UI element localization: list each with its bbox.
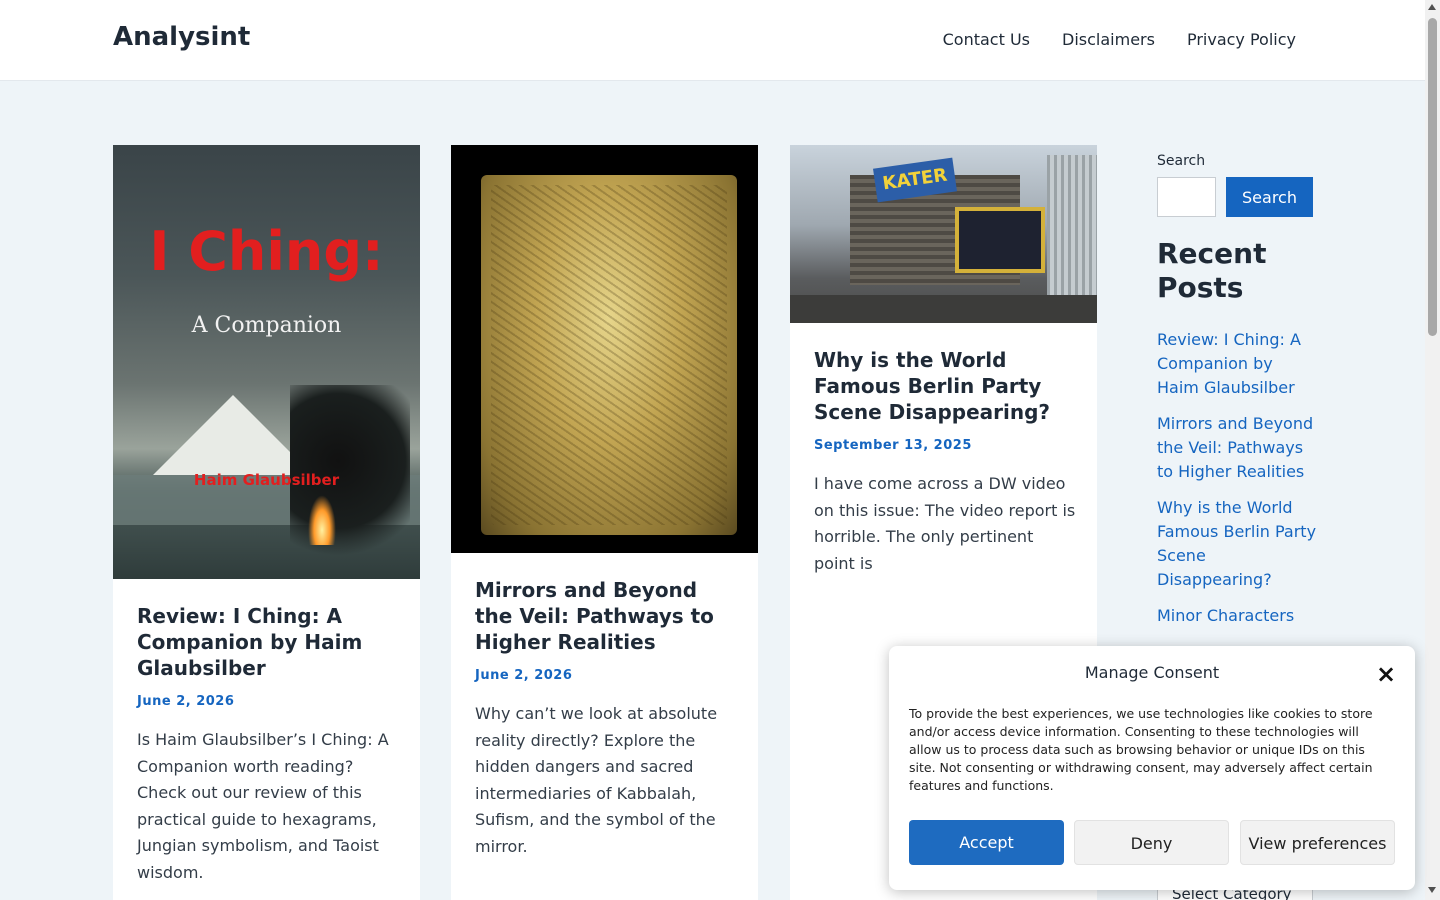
post-title[interactable]: Mirrors and Beyond the Veil: Pathways to… — [475, 577, 737, 655]
scrollbar-thumb[interactable] — [1428, 18, 1437, 336]
recent-posts-heading: Recent Posts — [1157, 237, 1267, 304]
post-title[interactable]: Why is the World Famous Berlin Party Sce… — [814, 347, 1076, 425]
post-thumbnail-mirrors[interactable] — [451, 145, 758, 553]
scroll-down-arrow-icon[interactable] — [1428, 887, 1436, 893]
search-button[interactable]: Search — [1226, 177, 1313, 217]
fence — [1047, 155, 1097, 315]
main-nav: Contact Us Disclaimers Privacy Policy — [943, 30, 1296, 49]
engraved-plate-image — [481, 175, 737, 535]
post-card: Mirrors and Beyond the Veil: Pathways to… — [451, 145, 758, 900]
post-thumbnail-i-ching[interactable]: I Ching: A Companion Haim Glaubsilber — [113, 145, 420, 579]
site-header: Analysint Contact Us Disclaimers Privacy… — [0, 0, 1425, 81]
site-brand[interactable]: Analysint — [113, 22, 250, 52]
deny-button[interactable]: Deny — [1074, 820, 1229, 865]
recent-posts-list: Review: I Ching: A Companion by Haim Gla… — [1157, 328, 1317, 640]
post-excerpt: Why can’t we look at absolute reality di… — [475, 704, 718, 856]
post-excerpt: Is Haim Glaubsilber’s I Ching: A Compani… — [137, 730, 389, 882]
cover-title: I Ching: — [149, 220, 384, 283]
post-date[interactable]: June 2, 2026 — [475, 668, 572, 683]
mountain-illustration — [153, 395, 313, 475]
notice-board — [955, 207, 1045, 273]
nav-privacy-policy[interactable]: Privacy Policy — [1187, 30, 1296, 49]
post-thumbnail-berlin[interactable]: KATER — [790, 145, 1097, 323]
post-date[interactable]: June 2, 2026 — [137, 694, 234, 709]
post-title[interactable]: Review: I Ching: A Companion by Haim Gla… — [137, 603, 399, 681]
consent-dialog: Manage Consent × To provide the best exp… — [889, 646, 1415, 890]
scroll-up-arrow-icon[interactable] — [1428, 4, 1436, 10]
view-preferences-button[interactable]: View preferences — [1240, 820, 1395, 865]
cover-author: Haim Glaubsilber — [193, 471, 340, 489]
fire-illustration — [308, 495, 336, 545]
recent-post-link[interactable]: Review: I Ching: A Companion by Haim Gla… — [1157, 328, 1317, 400]
ground — [790, 295, 1097, 323]
page-scrollbar[interactable] — [1425, 0, 1440, 900]
post-card: I Ching: A Companion Haim Glaubsilber Re… — [113, 145, 420, 900]
nav-disclaimers[interactable]: Disclaimers — [1062, 30, 1155, 49]
post-date[interactable]: September 13, 2025 — [814, 438, 972, 453]
recent-post-link[interactable]: Mirrors and Beyond the Veil: Pathways to… — [1157, 412, 1317, 484]
post-excerpt: I have come across a DW video on this is… — [814, 474, 1076, 573]
accept-button[interactable]: Accept — [909, 820, 1064, 865]
cover-subtitle: A Companion — [191, 313, 342, 338]
search-label: Search — [1157, 153, 1206, 169]
recent-post-link[interactable]: Why is the World Famous Berlin Party Sce… — [1157, 496, 1317, 592]
nav-contact-us[interactable]: Contact Us — [943, 30, 1030, 49]
close-icon[interactable]: × — [1374, 662, 1398, 686]
consent-title: Manage Consent — [1084, 663, 1220, 682]
search-input[interactable] — [1157, 177, 1216, 217]
consent-text: To provide the best experiences, we use … — [909, 706, 1373, 793]
recent-post-link[interactable]: Minor Characters — [1157, 604, 1317, 628]
